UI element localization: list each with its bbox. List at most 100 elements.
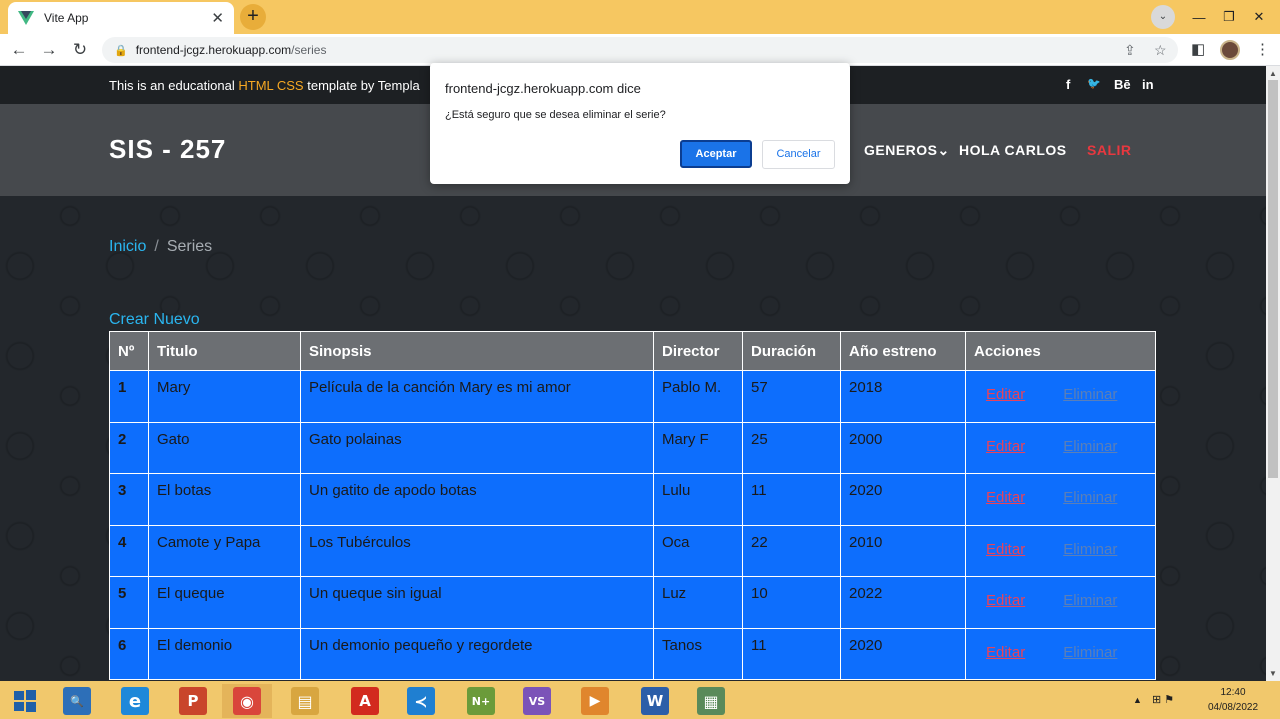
delete-link[interactable]: Eliminar — [1063, 386, 1117, 403]
windows-taskbar: 🔍 e P ◉ ▤ A ≺ N+ VS ▶ W ▦ ▲ ⊞ ⚑ 12:40 04… — [0, 681, 1280, 719]
share-icon[interactable]: ⇪ — [1124, 37, 1136, 63]
delete-link[interactable]: Eliminar — [1063, 644, 1117, 661]
accept-button[interactable]: Aceptar — [680, 140, 752, 168]
cell-duration: 10 — [742, 576, 841, 629]
taskbar-app-word[interactable]: W — [630, 684, 680, 718]
cell-actions: Editar Eliminar — [965, 370, 1156, 423]
edit-link[interactable]: Editar — [986, 592, 1025, 609]
cell-title: Mary — [148, 370, 301, 423]
scroll-thumb[interactable] — [1268, 80, 1278, 478]
cell-synopsis: Los Tubérculos — [300, 524, 654, 577]
lock-icon[interactable]: 🔒 — [114, 44, 128, 57]
profile-avatar[interactable] — [1220, 40, 1240, 60]
tab-title: Vite App — [44, 11, 89, 25]
cell-title: El botas — [148, 473, 301, 526]
top-info-text: This is an educational HTML CSS template… — [109, 78, 420, 93]
top-info-pre: This is an educational — [109, 78, 239, 93]
cell-year: 2022 — [840, 576, 966, 629]
edit-link[interactable]: Editar — [986, 489, 1025, 506]
taskbar-app-vscode[interactable]: ≺ — [396, 684, 446, 718]
url-input[interactable]: 🔒 frontend-jcgz.herokuapp.com /series ⇪ … — [102, 37, 1178, 63]
reload-button[interactable]: ↻ — [69, 39, 91, 61]
minimize-button[interactable]: — — [1184, 0, 1214, 34]
page-scrollbar[interactable]: ▲ ▼ — [1266, 66, 1280, 681]
internet-explorer-icon: e — [121, 687, 149, 715]
taskbar-app-window[interactable]: ▦ — [686, 684, 736, 718]
scroll-up-icon[interactable]: ▲ — [1269, 69, 1277, 78]
taskbar-app-ie[interactable]: e — [110, 684, 160, 718]
close-tab-icon[interactable]: ✕ — [211, 9, 224, 27]
delete-link[interactable]: Eliminar — [1063, 592, 1117, 609]
delete-link[interactable]: Eliminar — [1063, 541, 1117, 558]
cell-number: 4 — [109, 524, 149, 577]
cell-actions: Editar Eliminar — [965, 473, 1156, 526]
taskbar-app-search[interactable]: 🔍 — [52, 684, 102, 718]
taskbar-app-chrome[interactable]: ◉ — [222, 684, 272, 718]
delete-link[interactable]: Eliminar — [1063, 489, 1117, 506]
cell-year: 2020 — [840, 473, 966, 526]
cell-duration: 57 — [742, 370, 841, 423]
vite-logo-icon — [18, 11, 34, 25]
site-brand[interactable]: SIS - 257 — [109, 134, 226, 165]
browser-menu-icon[interactable]: ⋮ — [1255, 39, 1270, 61]
tray-expand-icon[interactable]: ▲ — [1133, 695, 1142, 705]
tab-search-icon[interactable]: ⌄ — [1151, 5, 1175, 29]
linkedin-icon[interactable]: in — [1142, 77, 1154, 92]
facebook-icon[interactable]: f — [1066, 77, 1070, 92]
taskbar-app-explorer[interactable]: ▤ — [280, 684, 330, 718]
side-panel-icon[interactable]: ◧ — [1191, 39, 1205, 61]
visual-studio-icon: VS — [523, 687, 551, 715]
top-info-highlight[interactable]: HTML CSS — [238, 78, 303, 93]
new-tab-button[interactable]: + — [240, 4, 266, 30]
forward-button[interactable]: → — [38, 39, 60, 61]
address-bar: ← → ↻ 🔒 frontend-jcgz.herokuapp.com /ser… — [0, 34, 1280, 66]
delete-link[interactable]: Eliminar — [1063, 438, 1117, 455]
table-row: 6 El demonio Un demonio pequeño y regord… — [109, 627, 1156, 680]
close-window-button[interactable]: ✕ — [1244, 0, 1274, 34]
cell-number: 3 — [109, 473, 149, 526]
nav-user[interactable]: HOLA CARLOS — [959, 142, 1067, 158]
acrobat-icon: A — [351, 687, 379, 715]
edit-link[interactable]: Editar — [986, 541, 1025, 558]
taskbar-app-powerpoint[interactable]: P — [168, 684, 218, 718]
confirm-dialog: frontend-jcgz.herokuapp.com dice ¿Está s… — [430, 63, 850, 184]
start-button[interactable] — [0, 684, 50, 718]
cell-director: Pablo M. — [653, 370, 743, 423]
taskbar-clock[interactable]: 12:40 04/08/2022 — [1200, 685, 1266, 715]
cell-title: Gato — [148, 421, 301, 474]
table-row: 3 El botas Un gatito de apodo botas Lulu… — [109, 473, 1156, 526]
breadcrumb-home[interactable]: Inicio — [109, 238, 146, 255]
browser-tab[interactable]: Vite App ✕ — [8, 2, 234, 34]
bookmark-star-icon[interactable]: ☆ — [1154, 37, 1167, 63]
col-duration: Duración — [742, 331, 841, 371]
cell-director: Tanos — [653, 627, 743, 680]
top-info-post: template by Templa — [303, 78, 420, 93]
taskbar-app-acrobat[interactable]: A — [340, 684, 390, 718]
media-player-icon: ▶ — [581, 687, 609, 715]
tray-status-icons[interactable]: ⊞ ⚑ — [1152, 693, 1174, 706]
cell-director: Oca — [653, 524, 743, 577]
edit-link[interactable]: Editar — [986, 644, 1025, 661]
col-synopsis: Sinopsis — [300, 331, 654, 371]
twitter-icon[interactable]: 🐦 — [1087, 77, 1101, 90]
cell-synopsis: Un queque sin igual — [300, 576, 654, 629]
taskbar-app-media[interactable]: ▶ — [570, 684, 620, 718]
edit-link[interactable]: Editar — [986, 386, 1025, 403]
cell-actions: Editar Eliminar — [965, 524, 1156, 577]
taskbar-app-notepad[interactable]: N+ — [456, 684, 506, 718]
restore-button[interactable]: ❐ — [1214, 0, 1244, 34]
breadcrumb: Inicio / Series — [109, 238, 212, 256]
edit-link[interactable]: Editar — [986, 438, 1025, 455]
nav-generos[interactable]: GENEROS⌄ — [864, 142, 950, 159]
taskbar-app-visual-studio[interactable]: VS — [512, 684, 562, 718]
col-year: Año estreno — [840, 331, 966, 371]
behance-icon[interactable]: Bē — [1114, 77, 1131, 92]
cancel-button[interactable]: Cancelar — [762, 140, 835, 169]
cell-director: Mary F — [653, 421, 743, 474]
scroll-down-icon[interactable]: ▼ — [1269, 669, 1277, 678]
nav-logout[interactable]: SALIR — [1087, 142, 1132, 158]
create-new-link[interactable]: Crear Nuevo — [109, 311, 200, 329]
cell-duration: 11 — [742, 627, 841, 680]
cell-actions: Editar Eliminar — [965, 576, 1156, 629]
back-button[interactable]: ← — [8, 39, 30, 61]
